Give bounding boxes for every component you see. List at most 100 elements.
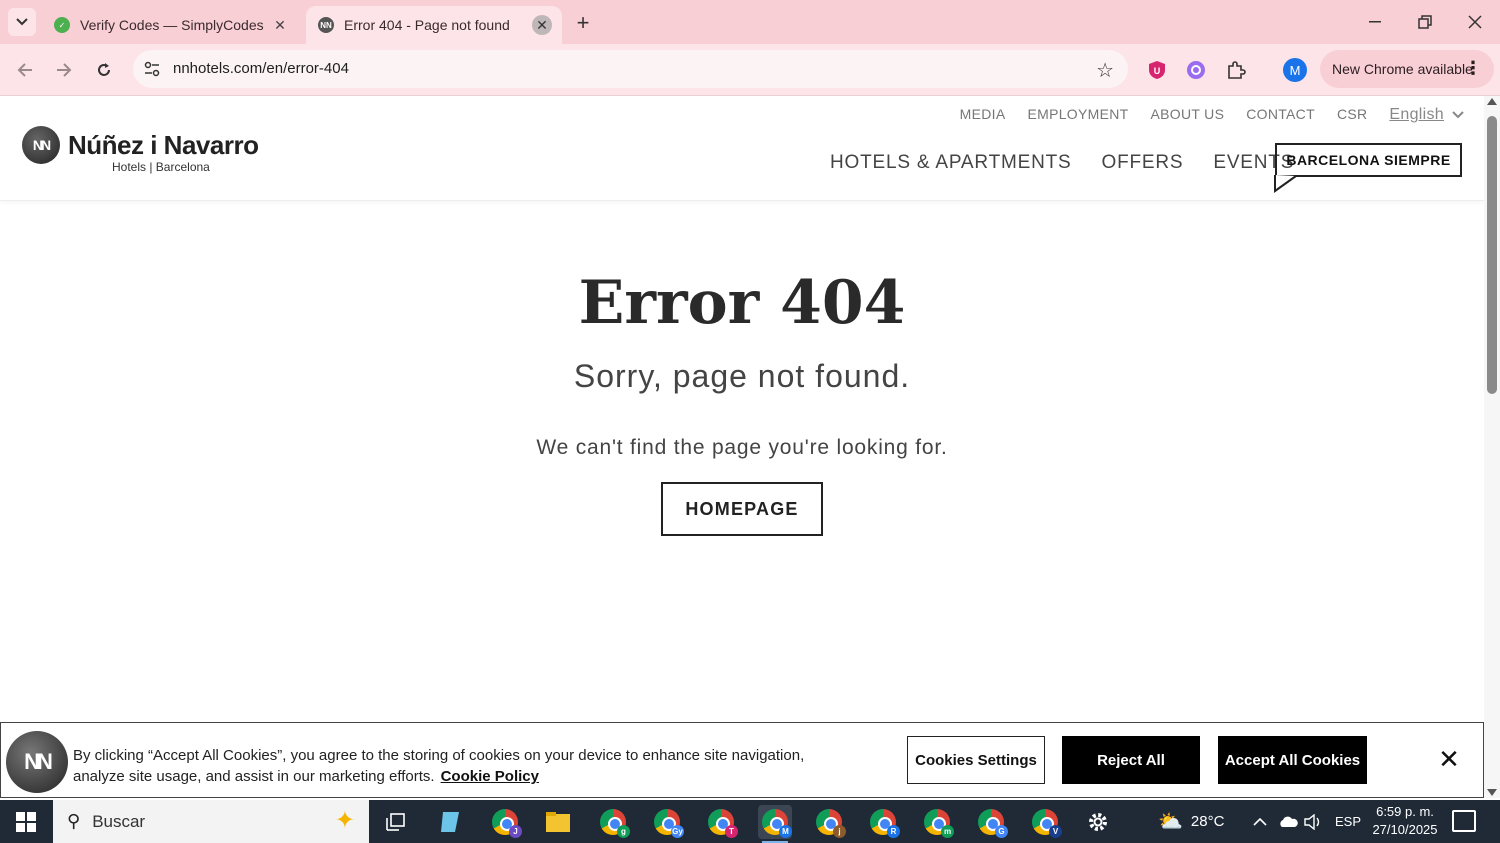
barcelona-siempre-button[interactable]: BARCELONA SIEMPRE — [1275, 143, 1462, 177]
error-title: Error 404 — [578, 268, 906, 338]
volume-icon[interactable] — [1303, 800, 1323, 843]
url-text: nnhotels.com/en/error-404 — [173, 60, 349, 77]
extensions-puzzle-icon[interactable] — [1224, 58, 1248, 82]
chrome-icon[interactable]: G — [974, 805, 1008, 839]
site-logo[interactable]: NN Núñez i Navarro Hotels | Barcelona — [22, 126, 259, 174]
chevron-down-icon — [16, 18, 28, 26]
nav-offers[interactable]: OFFERS — [1102, 152, 1184, 174]
windows-taskbar: ⚲ Buscar ✦ J g Gy T M j R m G V ⛅ 28°C E… — [0, 800, 1500, 843]
chrome-icon[interactable]: m — [920, 805, 954, 839]
weather-temp: 28°C — [1190, 813, 1225, 830]
chrome-icon[interactable]: J — [488, 805, 522, 839]
accept-all-cookies-button[interactable]: Accept All Cookies — [1218, 736, 1367, 784]
notifications-icon[interactable] — [1452, 810, 1476, 832]
logo-subtitle: Hotels | Barcelona — [112, 160, 210, 174]
page-scrollbar[interactable] — [1484, 96, 1500, 798]
cookie-text: By clicking “Accept All Cookies”, you ag… — [73, 745, 833, 787]
weather-widget[interactable]: ⛅ 28°C — [1158, 800, 1224, 843]
close-icon[interactable]: ✕ — [532, 15, 552, 35]
top-link-media[interactable]: MEDIA — [960, 106, 1006, 124]
chrome-icon[interactable]: g — [596, 805, 630, 839]
reload-icon — [98, 63, 110, 76]
svg-text:U: U — [1154, 66, 1161, 76]
cookie-message: By clicking “Accept All Cookies”, you ag… — [73, 747, 805, 785]
cookie-banner: NN By clicking “Accept All Cookies”, you… — [0, 722, 1484, 798]
close-icon — [1468, 15, 1482, 29]
cookie-banner-logo: NN — [6, 731, 68, 793]
main-navigation: HOTELS & APARTMENTS OFFERS EVENTS — [830, 152, 1294, 174]
scroll-down-arrow[interactable] — [1487, 789, 1497, 796]
top-link-employment[interactable]: EMPLOYMENT — [1027, 106, 1128, 124]
top-link-contact[interactable]: CONTACT — [1246, 106, 1315, 124]
notepad-icon[interactable] — [433, 805, 467, 839]
input-language[interactable]: ESP — [1335, 800, 1361, 843]
browser-toolbar: nnhotels.com/en/error-404 ☆ U M New Chro… — [0, 44, 1500, 96]
tab-error-404[interactable]: NN Error 404 - Page not found ✕ — [306, 6, 562, 44]
reload-button[interactable] — [90, 56, 118, 84]
search-placeholder: Buscar — [92, 811, 146, 831]
nav-hotels-apartments[interactable]: HOTELS & APARTMENTS — [830, 152, 1072, 174]
address-bar[interactable]: nnhotels.com/en/error-404 ☆ — [133, 50, 1128, 88]
restore-button[interactable] — [1400, 0, 1450, 44]
speech-tail-shape — [1274, 175, 1297, 193]
chrome-icon[interactable]: Gy — [650, 805, 684, 839]
profile-avatar[interactable]: M — [1283, 58, 1307, 82]
tab-search-button[interactable] — [8, 8, 36, 36]
weather-icon: ⛅ — [1158, 811, 1183, 833]
ublock-extension-icon[interactable]: U — [1145, 58, 1169, 82]
cookie-policy-link[interactable]: Cookie Policy — [441, 768, 539, 785]
chrome-icon[interactable]: T — [704, 805, 738, 839]
tab-simplycodes[interactable]: ✓ Verify Codes — SimplyCodes ✕ — [42, 6, 300, 44]
top-links: MEDIA EMPLOYMENT ABOUT US CONTACT CSR En… — [960, 106, 1464, 124]
minimize-button[interactable] — [1350, 0, 1400, 44]
tray-chevron-up-icon[interactable] — [1253, 800, 1267, 843]
sparkle-icon: ✦ — [334, 807, 355, 834]
arrow-left-icon — [17, 63, 32, 77]
arrow-right-icon — [57, 63, 72, 77]
scrollbar-thumb[interactable] — [1487, 116, 1497, 394]
bookmark-star-icon[interactable]: ☆ — [1096, 58, 1114, 83]
clock-time: 6:59 p. m. — [1376, 804, 1434, 819]
simplycodes-icon: ✓ — [54, 17, 70, 33]
top-link-about-us[interactable]: ABOUT US — [1151, 106, 1225, 124]
clock-date: 27/10/2025 — [1372, 822, 1438, 837]
tab-title: Error 404 - Page not found — [344, 17, 510, 33]
scroll-up-arrow[interactable] — [1487, 98, 1497, 105]
task-view-icon[interactable] — [379, 805, 413, 839]
close-window-button[interactable] — [1450, 0, 1500, 44]
back-button[interactable] — [11, 56, 39, 84]
site-header: NN Núñez i Navarro Hotels | Barcelona ME… — [0, 96, 1484, 201]
tab-strip: ✓ Verify Codes — SimplyCodes ✕ NN Error … — [0, 0, 1500, 44]
cookies-settings-button[interactable]: Cookies Settings — [907, 736, 1045, 784]
reject-all-button[interactable]: Reject All — [1062, 736, 1200, 784]
nn-icon: NN — [318, 17, 334, 33]
new-chrome-available-button[interactable]: New Chrome available ⋮ — [1320, 50, 1494, 88]
language-label: English — [1389, 106, 1444, 123]
search-icon: ⚲ — [67, 811, 81, 831]
web-page: NN Núñez i Navarro Hotels | Barcelona ME… — [0, 96, 1484, 722]
onedrive-icon[interactable] — [1278, 800, 1298, 843]
menu-dots-icon: ⋮ — [1464, 58, 1482, 78]
close-icon[interactable]: ✕ — [270, 15, 290, 35]
close-icon[interactable]: ✕ — [1437, 744, 1461, 774]
new-tab-button[interactable]: + — [570, 10, 596, 36]
nn-logo-mark: NN — [22, 126, 60, 164]
start-button[interactable] — [0, 800, 52, 843]
chrome-icon[interactable]: V — [1028, 805, 1062, 839]
chrome-icon[interactable]: j — [812, 805, 846, 839]
site-info-icon[interactable] — [143, 60, 161, 78]
error-subtitle: Sorry, page not found. — [573, 358, 911, 394]
homepage-button[interactable]: HOMEPAGE — [661, 482, 823, 536]
restore-icon — [1418, 15, 1432, 29]
extension-purple-icon[interactable] — [1184, 58, 1208, 82]
windows-logo-icon — [16, 811, 36, 832]
settings-gear-icon[interactable] — [1081, 805, 1115, 839]
taskbar-clock[interactable]: 6:59 p. m. 27/10/2025 — [1365, 803, 1445, 839]
language-selector[interactable]: English — [1389, 106, 1464, 124]
forward-button[interactable] — [50, 56, 78, 84]
chrome-icon[interactable]: R — [866, 805, 900, 839]
top-link-csr[interactable]: CSR — [1337, 106, 1367, 124]
taskbar-search[interactable]: ⚲ Buscar ✦ — [53, 800, 369, 843]
chrome-icon[interactable]: M — [758, 805, 792, 843]
file-explorer-icon[interactable] — [541, 805, 575, 839]
